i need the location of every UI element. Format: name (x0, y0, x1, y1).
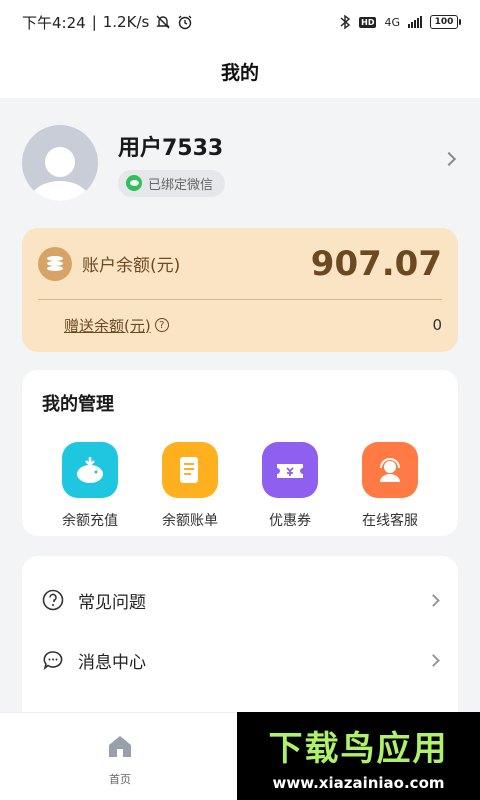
gift-balance-label[interactable]: 赠送余额(元) (64, 315, 151, 336)
balance-label: 账户余额(元) (82, 256, 181, 276)
hd-voice-icon: HD (359, 16, 377, 28)
status-separator: | (91, 13, 97, 31)
alarm-clock-icon (177, 14, 193, 30)
message-center-item[interactable]: 消息中心 (22, 630, 458, 690)
status-time: 下午4:24 (22, 13, 86, 32)
signal-strength-icon (408, 16, 422, 28)
avatar[interactable] (22, 125, 98, 201)
tab-home-label: 首页 (109, 773, 131, 786)
watermark-banner: 下载鸟应用 www.xiazainiao.com (237, 712, 480, 800)
network-type: 4G (384, 15, 400, 29)
battery-level: 100 (434, 17, 454, 27)
management-title: 我的管理 (42, 394, 114, 415)
wechat-badge-label: 已绑定微信 (148, 177, 214, 193)
coin-stack-icon (38, 246, 72, 281)
bill-label: 余额账单 (162, 513, 218, 529)
tab-home[interactable]: 首页 (96, 733, 144, 787)
faq-label: 常见问题 (78, 592, 146, 613)
chevron-right-icon (427, 593, 440, 607)
profile-section[interactable]: 用户7533 已绑定微信 (0, 98, 480, 228)
profile-info: 用户7533 已绑定微信 (118, 130, 226, 197)
coupon-icon (262, 442, 318, 498)
title-bar: 我的 (0, 44, 480, 98)
balance-main-row: 账户余额(元) 907.07 (38, 228, 442, 300)
help-icon[interactable]: ? (154, 318, 169, 332)
message-bubble-icon (42, 649, 64, 671)
home-icon (106, 733, 134, 763)
bill-scroll-icon (162, 442, 218, 498)
menu-list: 常见问题 消息中心 (22, 556, 458, 736)
customer-service-label: 在线客服 (362, 513, 418, 529)
watermark-url: www.xiazainiao.com (272, 773, 445, 792)
bluetooth-icon (339, 14, 351, 30)
balance-card: 账户余额(元) 907.07 赠送余额(元) ? 0 (22, 228, 458, 352)
recharge-label: 余额充值 (62, 513, 118, 529)
gift-balance-value: 0 (432, 316, 442, 334)
chevron-right-icon[interactable] (441, 151, 457, 167)
status-network-speed: 1.2K/s (102, 13, 150, 31)
status-bar-left: 下午4:24 | 1.2K/s (22, 12, 193, 33)
chevron-right-icon (427, 653, 440, 667)
wechat-icon (126, 175, 142, 191)
status-bar: 下午4:24 | 1.2K/s HD 4G 100 (0, 0, 480, 44)
bill-button[interactable]: 余额账单 (142, 442, 238, 530)
page-title: 我的 (220, 61, 259, 84)
customer-service-button[interactable]: 在线客服 (342, 442, 438, 530)
gift-balance-row: 赠送余额(元) ? 0 (38, 300, 442, 350)
username: 用户7533 (118, 135, 224, 161)
battery-icon: 100 (430, 15, 461, 29)
coupon-label: 优惠券 (269, 513, 311, 529)
coupon-button[interactable]: 优惠券 (242, 442, 338, 530)
message-center-label: 消息中心 (78, 652, 146, 673)
customer-service-icon (362, 442, 418, 498)
recharge-button[interactable]: 余额充值 (42, 442, 138, 530)
status-bar-right: HD 4G 100 (339, 14, 461, 30)
avatar-head-shape (45, 147, 75, 177)
watermark-title: 下载鸟应用 (268, 728, 449, 769)
balance-value: 907.07 (310, 243, 442, 284)
management-card: 我的管理 余额充值 余额账单 优惠券 在线客服 (22, 370, 458, 536)
piggy-bank-icon (62, 442, 118, 498)
question-circle-icon (42, 589, 64, 611)
management-grid: 余额充值 余额账单 优惠券 在线客服 (42, 442, 438, 530)
wechat-bound-badge: 已绑定微信 (118, 169, 226, 197)
avatar-body-shape (30, 181, 90, 201)
mute-bell-icon (155, 14, 171, 30)
faq-item[interactable]: 常见问题 (22, 570, 458, 630)
